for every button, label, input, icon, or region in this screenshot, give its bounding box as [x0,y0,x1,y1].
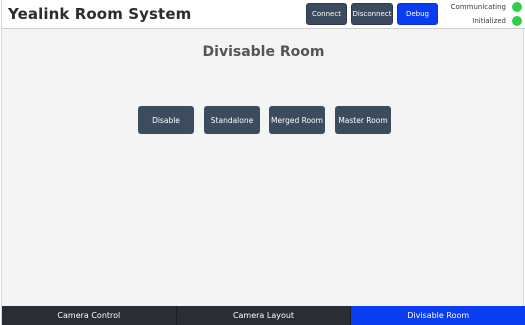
status-initialized: Initialized [472,15,522,27]
connect-button[interactable]: Connect [306,3,347,25]
status-communicating-label: Communicating [450,3,506,11]
merged-room-button[interactable]: Merged Room [269,106,325,134]
bottom-tab-bar: Camera Control Camera Layout Divisable R… [2,306,525,325]
tab-divisable-room[interactable]: Divisable Room [351,306,525,325]
page-title: Divisable Room [202,44,325,60]
app-window: Yealink Room System Connect Disconnect D… [1,0,525,325]
standalone-button[interactable]: Standalone [204,106,260,134]
master-room-button[interactable]: Master Room [335,106,391,134]
debug-button[interactable]: Debug [397,3,438,25]
status-initialized-indicator [512,16,522,26]
status-communicating-indicator [512,2,522,12]
disable-button[interactable]: Disable [138,106,194,134]
header-bar: Yealink Room System Connect Disconnect D… [2,0,525,29]
tab-camera-layout[interactable]: Camera Layout [177,306,352,325]
app-title: Yealink Room System [8,5,192,23]
disconnect-button[interactable]: Disconnect [351,3,393,25]
status-initialized-label: Initialized [472,17,506,25]
status-communicating: Communicating [451,1,522,13]
tab-camera-control[interactable]: Camera Control [2,306,177,325]
